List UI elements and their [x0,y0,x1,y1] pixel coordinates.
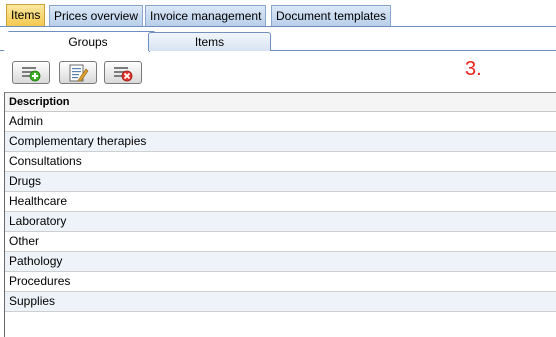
delete-icon [114,66,133,81]
groups-grid: Description Admin Complementary therapie… [4,92,556,337]
subtab-groups[interactable]: Groups [30,32,146,52]
table-row[interactable]: Laboratory [5,212,556,232]
table-row[interactable]: Admin [5,112,556,132]
add-group-button[interactable] [12,61,50,84]
tab-prices-overview[interactable]: Prices overview [49,5,144,26]
tab-items[interactable]: Items [6,4,46,27]
table-row[interactable]: Pathology [5,252,556,272]
table-row[interactable]: Other [5,232,556,252]
table-row[interactable]: Consultations [5,152,556,172]
table-row[interactable]: Complementary therapies [5,132,556,152]
main-tab-bar: Items Prices overview Invoice management… [0,0,556,27]
tab-document-templates[interactable]: Document templates [271,5,392,26]
subtab-items[interactable]: Items [148,32,271,51]
table-row[interactable]: Drugs [5,172,556,192]
tab-invoice-management[interactable]: Invoice management [145,5,267,26]
edit-icon [69,64,89,81]
delete-group-button[interactable] [104,61,142,84]
edit-group-button[interactable] [59,61,97,84]
table-row[interactable]: Procedures [5,272,556,292]
step-marker: 3. [465,58,482,80]
column-header-description[interactable]: Description [5,93,556,112]
table-row[interactable]: Healthcare [5,192,556,212]
add-icon [22,66,41,81]
table-row[interactable]: Supplies [5,292,556,312]
